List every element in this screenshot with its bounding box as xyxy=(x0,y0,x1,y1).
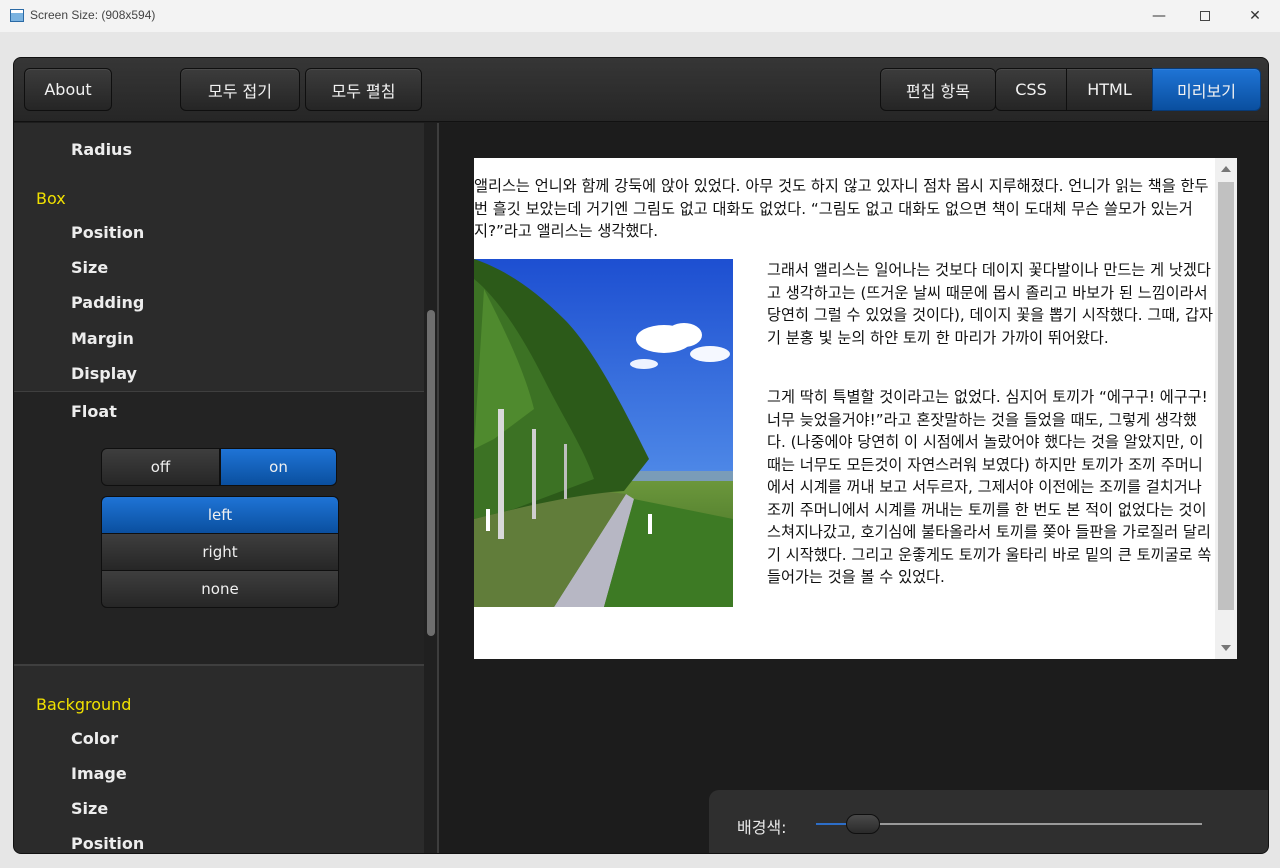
float-option-none[interactable]: none xyxy=(101,570,339,608)
about-button[interactable]: About xyxy=(24,68,112,111)
scroll-down-icon[interactable] xyxy=(1221,645,1231,651)
tab-html[interactable]: HTML xyxy=(1066,68,1153,111)
preview-page[interactable]: 앨리스는 언니와 함께 강둑에 앉아 있었다. 아무 것도 하지 않고 있자니 … xyxy=(474,158,1237,659)
maximize-icon xyxy=(1200,11,1210,21)
minimize-button[interactable]: — xyxy=(1134,0,1184,32)
minimize-icon: — xyxy=(1152,8,1166,24)
sidebar-item-margin[interactable]: Margin xyxy=(71,329,134,348)
background-color-label: 배경색: xyxy=(737,818,787,837)
preview-paragraph-3: 그게 딱히 특별할 것이라고는 없었다. 심지어 토끼가 “에구구! 에구구! … xyxy=(767,388,1212,586)
sidebar-scrollbar-thumb[interactable] xyxy=(427,310,435,636)
preview-paragraph-1: 앨리스는 언니와 함께 강둑에 앉아 있었다. 아무 것도 하지 않고 있자니 … xyxy=(474,177,1209,240)
close-icon: ✕ xyxy=(1249,8,1261,24)
sidebar-item-bg-image[interactable]: Image xyxy=(71,764,127,783)
sidebar-item-float[interactable]: Float xyxy=(71,402,117,421)
float-editor-panel: Float off on left right none xyxy=(14,391,424,666)
float-option-left[interactable]: left xyxy=(101,496,339,534)
sidebar-item-padding[interactable]: Padding xyxy=(71,293,144,312)
tab-css[interactable]: CSS xyxy=(995,68,1067,111)
expand-all-button[interactable]: 모두 펼침 xyxy=(305,68,422,111)
sidebar-item-bg-position[interactable]: Position xyxy=(71,834,144,853)
app-container: About 모두 접기 모두 펼침 편집 항목 CSS HTML 미리보기 Ra… xyxy=(13,57,1269,854)
sidebar-item-size[interactable]: Size xyxy=(71,258,108,277)
tab-preview[interactable]: 미리보기 xyxy=(1152,68,1261,111)
background-slider-handle[interactable] xyxy=(846,814,880,834)
section-header-box[interactable]: Box xyxy=(36,189,66,208)
collapse-all-button[interactable]: 모두 접기 xyxy=(180,68,300,111)
preview-area: 앨리스는 언니와 함께 강둑에 앉아 있었다. 아무 것도 하지 않고 있자니 … xyxy=(437,123,1268,853)
float-toggle-off[interactable]: off xyxy=(101,448,220,486)
background-slider-fill xyxy=(816,823,846,825)
sidebar-item-position[interactable]: Position xyxy=(71,223,144,242)
tab-edit-items[interactable]: 편집 항목 xyxy=(880,68,996,111)
tree-road-photo-image xyxy=(474,259,733,607)
preview-scrollbar-track[interactable] xyxy=(1215,158,1237,659)
window-title-bar: Screen Size: (908x594) — ✕ xyxy=(0,0,1280,32)
sidebar-item-bg-color[interactable]: Color xyxy=(71,729,118,748)
float-toggle-on[interactable]: on xyxy=(220,448,337,486)
preview-paragraph-2: 그래서 앨리스는 일어나는 것보다 데이지 꽃다발이나 만드는 게 낫겠다고 생… xyxy=(767,261,1213,347)
close-button[interactable]: ✕ xyxy=(1230,0,1280,32)
window-title: Screen Size: (908x594) xyxy=(30,8,156,22)
maximize-button[interactable] xyxy=(1180,0,1230,32)
toolbar: About 모두 접기 모두 펼침 편집 항목 CSS HTML 미리보기 xyxy=(14,58,1268,122)
sidebar-item-radius[interactable]: Radius xyxy=(71,140,132,159)
preview-photo xyxy=(474,259,733,607)
section-header-background[interactable]: Background xyxy=(36,695,131,714)
app-icon xyxy=(10,9,24,22)
property-sidebar: Radius Box Position Size Padding Margin … xyxy=(14,123,437,853)
sidebar-item-display[interactable]: Display xyxy=(71,364,137,383)
scroll-up-icon[interactable] xyxy=(1221,166,1231,172)
background-color-panel: 배경색: xyxy=(709,790,1268,853)
float-option-right[interactable]: right xyxy=(101,533,339,571)
sidebar-item-bg-size[interactable]: Size xyxy=(71,799,108,818)
preview-scrollbar-thumb[interactable] xyxy=(1218,182,1234,610)
